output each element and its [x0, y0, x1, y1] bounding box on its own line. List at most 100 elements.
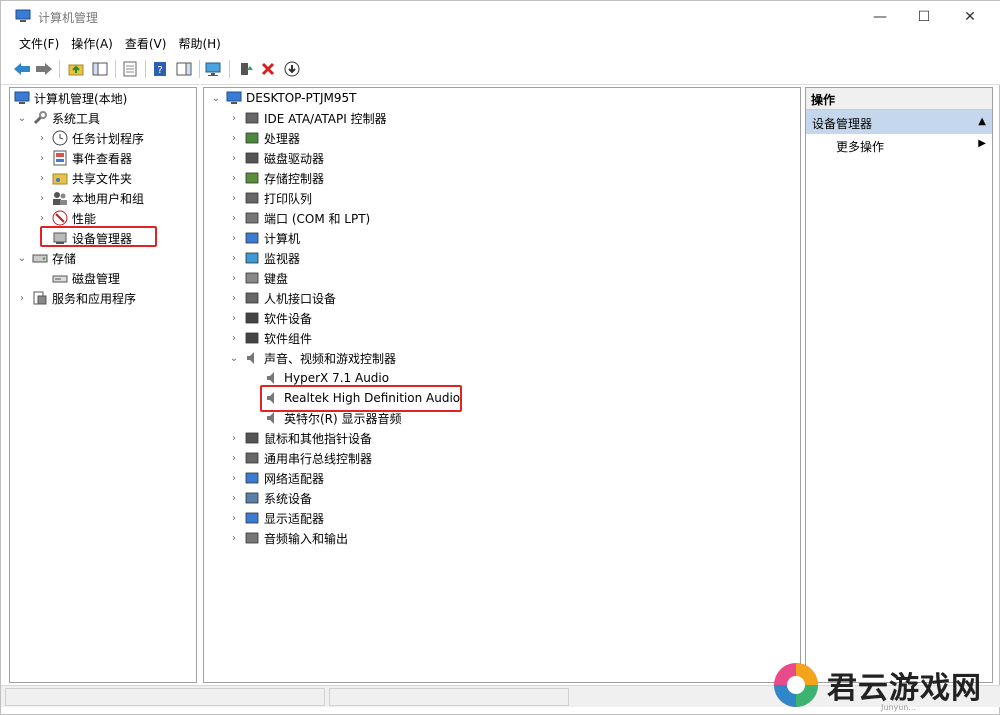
device-tree-item[interactable]: › 网络适配器: [228, 468, 324, 488]
storage-icon: [32, 250, 48, 266]
tree-label: DESKTOP-PTJM95T: [246, 91, 357, 105]
menu-bar: 文件(F) 操作(A) 查看(V) 帮助(H): [1, 32, 1000, 54]
chevron-right-icon[interactable]: ›: [228, 332, 240, 344]
device-tree-item[interactable]: › 软件设备: [228, 308, 312, 328]
tree-label: 本地用户和组: [72, 191, 145, 206]
tree-item-task-scheduler[interactable]: › 任务计划程序: [36, 128, 144, 148]
tree-label: 磁盘驱动器: [264, 151, 325, 166]
chevron-right-icon[interactable]: ›: [228, 312, 240, 324]
chevron-right-icon[interactable]: ›: [228, 212, 240, 224]
device-tree-item[interactable]: › 软件组件: [228, 328, 312, 348]
chevron-right-icon[interactable]: ›: [36, 212, 48, 224]
chevron-right-icon[interactable]: ›: [228, 532, 240, 544]
chevron-right-icon[interactable]: ›: [228, 272, 240, 284]
tree-item-event-viewer[interactable]: › 事件查看器: [36, 148, 132, 168]
chevron-right-icon[interactable]: ›: [228, 112, 240, 124]
tree-item-disk-management[interactable]: 磁盘管理: [52, 268, 120, 288]
device-tree-item[interactable]: › 存储控制器: [228, 168, 324, 188]
forward-button[interactable]: [33, 58, 55, 80]
actions-section-device-manager[interactable]: 设备管理器 ▲: [806, 110, 992, 134]
computer-management-icon: [14, 90, 30, 106]
tree-label: 处理器: [264, 131, 301, 146]
actions-section-label: 设备管理器: [812, 117, 873, 131]
software-device-icon: [244, 310, 260, 326]
device-tree-item[interactable]: › 人机接口设备: [228, 288, 336, 308]
chevron-right-icon[interactable]: ›: [228, 452, 240, 464]
menu-file[interactable]: 文件(F): [13, 32, 65, 54]
chevron-right-icon[interactable]: ›: [228, 232, 240, 244]
chevron-right-icon[interactable]: ›: [228, 152, 240, 164]
chevron-right-icon[interactable]: ›: [228, 472, 240, 484]
chevron-right-icon[interactable]: ›: [228, 252, 240, 264]
chevron-right-icon[interactable]: ›: [228, 132, 240, 144]
device-tree-item[interactable]: › 打印队列: [228, 188, 312, 208]
maximize-button[interactable]: ☐: [901, 1, 947, 32]
watermark-text: 君云游戏网: [827, 671, 982, 706]
tree-item-shared-folders[interactable]: › 共享文件夹: [36, 168, 132, 188]
toolbar-separator: [115, 60, 116, 78]
menu-view[interactable]: 查看(V): [119, 32, 173, 54]
device-tree-item[interactable]: › 显示适配器: [228, 508, 324, 528]
tree-item-computer-root[interactable]: ⌄ DESKTOP-PTJM95T: [210, 88, 357, 108]
tree-label: 声音、视频和游戏控制器: [264, 351, 397, 366]
computer-icon: [244, 230, 260, 246]
device-tree-item[interactable]: › 端口 (COM 和 LPT): [228, 208, 370, 228]
chevron-right-icon[interactable]: ›: [36, 132, 48, 144]
chevron-right-icon[interactable]: ›: [228, 192, 240, 204]
device-tree-item[interactable]: › 计算机: [228, 228, 300, 248]
toolbar-separator: [59, 60, 60, 78]
tree-label: 系统设备: [264, 491, 313, 506]
show-hide-tree-button[interactable]: [89, 58, 111, 80]
tree-item-system-tools[interactable]: ⌄ 系统工具: [16, 108, 100, 128]
port-icon: [244, 210, 260, 226]
computer-management-app-icon: [15, 9, 31, 23]
device-tree-item[interactable]: › 磁盘驱动器: [228, 148, 324, 168]
tree-item-computer-management[interactable]: 计算机管理(本地): [14, 88, 127, 108]
disable-device-button[interactable]: [281, 58, 303, 80]
minimize-button[interactable]: —: [857, 1, 903, 32]
chevron-down-icon[interactable]: ⌄: [16, 252, 28, 264]
chevron-right-icon[interactable]: ›: [228, 432, 240, 444]
action-pane-icon: [176, 62, 192, 76]
chevron-down-icon[interactable]: ⌄: [210, 92, 222, 104]
chevron-down-icon[interactable]: ⌄: [228, 352, 240, 364]
chevron-right-icon[interactable]: ›: [228, 512, 240, 524]
tree-item-storage[interactable]: ⌄ 存储: [16, 248, 76, 268]
tree-label: 监视器: [264, 251, 301, 266]
more-actions-item[interactable]: 更多操作 ▶: [806, 134, 992, 156]
device-tree-item[interactable]: › 监视器: [228, 248, 300, 268]
chevron-right-icon[interactable]: ›: [228, 172, 240, 184]
chevron-right-icon[interactable]: ›: [16, 292, 28, 304]
menu-action[interactable]: 操作(A): [65, 32, 119, 54]
device-tree-item[interactable]: ⌄ 声音、视频和游戏控制器: [228, 348, 396, 368]
chevron-right-icon[interactable]: ›: [36, 192, 48, 204]
up-one-level-button[interactable]: [65, 58, 87, 80]
properties-button[interactable]: [119, 58, 141, 80]
chevron-right-icon[interactable]: ›: [36, 172, 48, 184]
tree-label: 英特尔(R) 显示器音频: [284, 411, 402, 426]
chevron-right-icon[interactable]: ›: [36, 152, 48, 164]
menu-help[interactable]: 帮助(H): [172, 32, 226, 54]
chevron-right-icon[interactable]: ›: [228, 292, 240, 304]
device-tree-item[interactable]: › 鼠标和其他指针设备: [228, 428, 372, 448]
close-button[interactable]: ✕: [947, 1, 993, 32]
tree-item-services-apps[interactable]: › 服务和应用程序: [16, 288, 136, 308]
uninstall-device-button[interactable]: [257, 58, 279, 80]
help-button[interactable]: ?: [149, 58, 171, 80]
back-button[interactable]: [11, 58, 33, 80]
device-tree-item[interactable]: › 音频输入和输出: [228, 528, 348, 548]
chevron-right-icon[interactable]: ›: [228, 492, 240, 504]
device-tree-item[interactable]: › 处理器: [228, 128, 300, 148]
device-tree-item[interactable]: › 键盘: [228, 268, 288, 288]
device-tree-item[interactable]: › IDE ATA/ATAPI 控制器: [228, 108, 387, 128]
show-hide-action-pane-button[interactable]: [173, 58, 195, 80]
collapse-up-icon[interactable]: ▲: [978, 116, 986, 127]
tree-item-performance[interactable]: › 性能: [36, 208, 96, 228]
tree-item-local-users[interactable]: › 本地用户和组: [36, 188, 144, 208]
device-tree-item[interactable]: › 系统设备: [228, 488, 312, 508]
device-tree-item[interactable]: › 通用串行总线控制器: [228, 448, 372, 468]
chevron-down-icon[interactable]: ⌄: [16, 112, 28, 124]
update-driver-button[interactable]: [235, 58, 257, 80]
minimize-icon: —: [873, 8, 887, 25]
scan-hardware-button[interactable]: [203, 58, 225, 80]
